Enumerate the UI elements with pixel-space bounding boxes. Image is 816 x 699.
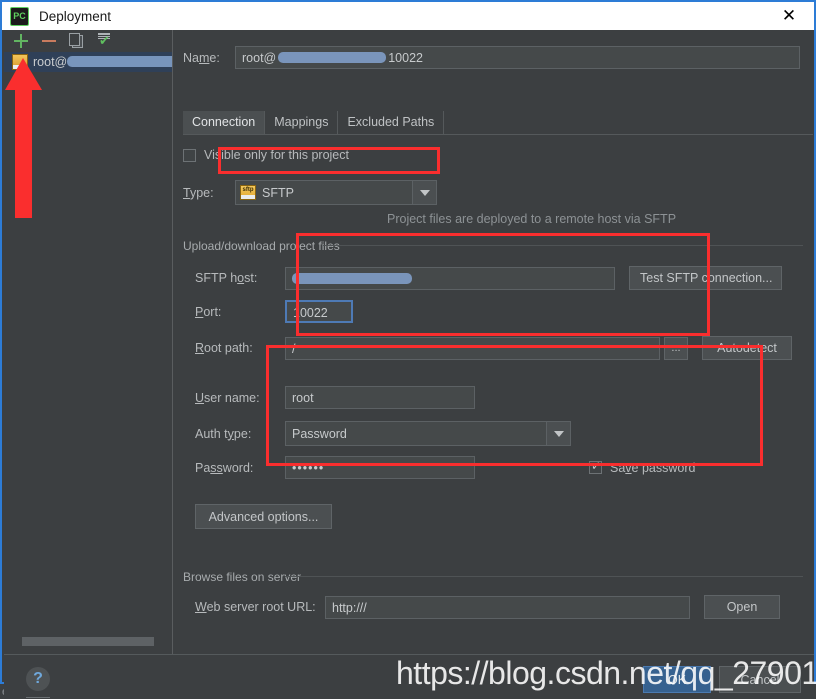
upload-group-label: Upload/download project files: [183, 239, 340, 253]
list-item-label: root@: [33, 55, 172, 69]
advanced-options-button[interactable]: Advanced options...: [195, 504, 332, 529]
save-password-row: Save password: [589, 459, 696, 475]
name-row: Name: root@ 10022: [183, 46, 803, 69]
auth-type-combobox[interactable]: Password: [285, 421, 571, 446]
sftp-host-label: SFTP host:: [195, 271, 258, 285]
auth-type-label: Auth type:: [195, 426, 252, 441]
dialog-footer: ? OK Cancel: [4, 654, 814, 699]
dialog-body: root@ Name: root@10022 Connection: [4, 30, 814, 654]
horizontal-scrollbar[interactable]: [22, 637, 154, 646]
open-button[interactable]: Open: [704, 595, 780, 619]
save-password-checkbox[interactable]: [589, 459, 602, 474]
tab-connection[interactable]: Connection: [183, 111, 266, 134]
copy-server-icon[interactable]: [69, 33, 85, 49]
sftp-file-icon: [240, 185, 256, 200]
settings-tabs: Connection Mappings Excluded Paths: [183, 110, 445, 134]
auth-type-value: Password: [292, 426, 347, 441]
upload-group-line: [323, 245, 803, 246]
user-name-input[interactable]: root: [285, 386, 475, 409]
help-underline: [26, 697, 50, 698]
password-label: Password:: [195, 460, 254, 475]
server-list-toolbar: [4, 30, 172, 52]
autodetect-button[interactable]: Autodetect: [702, 336, 792, 360]
root-path-input[interactable]: /: [285, 336, 660, 360]
browse-root-path-button[interactable]: ...: [664, 336, 688, 360]
redacted-host: [67, 56, 172, 67]
save-password-label: Save password: [610, 460, 696, 475]
type-row: Type: SFTP: [183, 180, 437, 205]
chevron-down-icon[interactable]: [412, 181, 436, 204]
sftp-host-input[interactable]: [285, 266, 615, 290]
connection-settings-pane: Name: root@ 10022 Connection Mappings Exc…: [173, 30, 814, 654]
password-input[interactable]: ••••••: [285, 456, 475, 479]
password-row: Password: •••••• Save password: [195, 456, 755, 479]
set-default-server-icon[interactable]: [97, 33, 113, 49]
port-label: Port:: [195, 304, 222, 319]
help-icon[interactable]: ?: [26, 667, 50, 691]
list-item[interactable]: root@: [4, 52, 172, 72]
name-label: Name:: [183, 50, 220, 65]
user-name-row: User name: root: [195, 386, 475, 409]
sftp-host-row: SFTP host: Test SFTP connection...: [195, 266, 805, 290]
type-label: Type:: [183, 185, 214, 200]
root-path-label: Root path:: [195, 341, 253, 355]
ok-button[interactable]: OK: [643, 666, 711, 693]
browse-group-line: [285, 576, 803, 577]
port-input[interactable]: 10022: [285, 300, 353, 323]
server-list-pane: root@: [4, 30, 173, 654]
test-sftp-connection-button[interactable]: Test SFTP connection...: [629, 266, 782, 290]
pycharm-icon: PC: [10, 6, 29, 26]
tab-underline: [183, 134, 813, 135]
port-row: Port: 10022: [195, 300, 353, 323]
type-combobox[interactable]: SFTP: [235, 180, 437, 205]
chevron-down-icon[interactable]: [546, 422, 570, 445]
tab-mappings[interactable]: Mappings: [265, 111, 339, 134]
web-url-label: Web server root URL:: [195, 600, 316, 614]
server-tree: root@: [4, 52, 172, 654]
web-url-row: Web server root URL: http:/// Open: [195, 595, 813, 619]
visible-only-checkbox[interactable]: [183, 148, 196, 162]
cancel-button[interactable]: Cancel: [719, 666, 801, 693]
browse-group-label: Browse files on server: [183, 570, 302, 584]
tab-excluded-paths[interactable]: Excluded Paths: [338, 111, 445, 134]
web-url-input[interactable]: http:///: [325, 595, 690, 619]
auth-type-row: Auth type: Password: [195, 421, 571, 446]
remove-server-icon[interactable]: [41, 33, 57, 49]
dialog-title: Deployment: [39, 8, 112, 24]
visible-only-row: Visible only for this project: [183, 148, 349, 162]
close-icon[interactable]: ✕: [770, 2, 808, 30]
user-name-label: User name:: [195, 390, 260, 405]
type-value: SFTP: [262, 185, 294, 200]
visible-only-label: Visible only for this project: [204, 148, 349, 162]
screen-root: at execute PC Deployment ✕: [0, 0, 816, 699]
dialog-titlebar: PC Deployment ✕: [2, 2, 814, 30]
name-input[interactable]: root@ 10022: [235, 46, 800, 69]
advanced-options-row: Advanced options...: [195, 504, 332, 529]
type-hint: Project files are deployed to a remote h…: [387, 212, 677, 226]
deployment-dialog: PC Deployment ✕ root@: [0, 0, 816, 699]
root-path-row: Root path: / ... Autodetect: [195, 336, 816, 360]
sftp-file-icon: [12, 54, 28, 70]
add-server-icon[interactable]: [13, 33, 29, 49]
